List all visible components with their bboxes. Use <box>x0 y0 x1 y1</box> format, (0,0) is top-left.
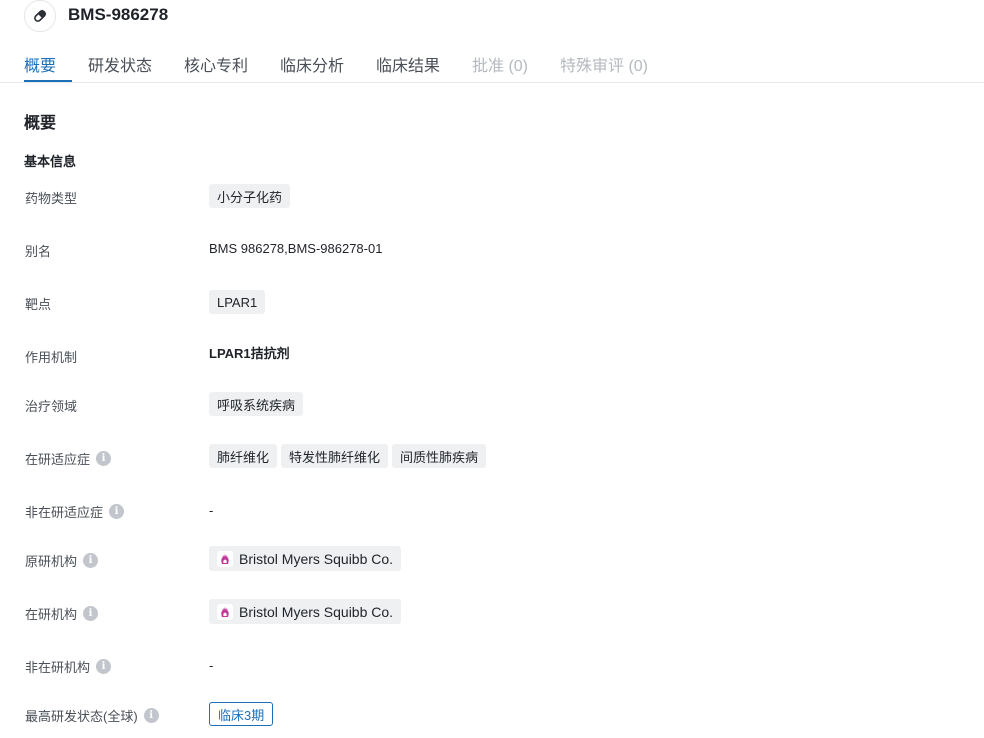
info-icon[interactable]: i <box>83 553 99 568</box>
active-org-name: Bristol Myers Squibb Co. <box>239 603 394 620</box>
tab-approvals[interactable]: 批准 (0) <box>472 52 528 76</box>
info-icon[interactable]: i <box>143 708 159 723</box>
active-indications-label-text: 在研适应症 <box>25 452 91 467</box>
therapeutic-area-value: 呼吸系统疾病 <box>209 392 304 416</box>
highest-phase-label: 最高研发状态(全球) i <box>25 706 159 725</box>
therapeutic-area-tag[interactable]: 呼吸系统疾病 <box>209 392 304 416</box>
target-label-text: 靶点 <box>25 297 52 312</box>
mechanism-value: LPAR1拮抗剂 <box>209 343 290 362</box>
tab-clinical-analysis[interactable]: 临床分析 <box>280 52 344 76</box>
bms-logo-icon <box>217 603 233 620</box>
inactive-indications-label-text: 非在研适应症 <box>25 505 104 520</box>
alias-label-text: 别名 <box>25 244 52 259</box>
originator-label-text: 原研机构 <box>25 554 78 569</box>
drug-type-tag[interactable]: 小分子化药 <box>209 184 291 208</box>
active-org-value: Bristol Myers Squibb Co. <box>209 599 402 624</box>
therapeutic-area-label: 治疗领域 <box>25 396 77 415</box>
drug-type-value: 小分子化药 <box>209 184 291 208</box>
inactive-org-label: 非在研机构 i <box>25 657 112 676</box>
info-icon[interactable]: i <box>96 659 112 674</box>
indication-tag[interactable]: 间质性肺疾病 <box>392 444 487 468</box>
page-header: BMS-986278 <box>0 0 984 32</box>
phase-status-badge[interactable]: 临床3期 <box>209 702 274 726</box>
pill-icon <box>24 0 56 32</box>
drug-type-label-text: 药物类型 <box>25 191 78 206</box>
tab-rd-status[interactable]: 研发状态 <box>88 52 152 76</box>
tab-special-review[interactable]: 特殊审评 (0) <box>560 52 648 76</box>
inactive-org-label-text: 非在研机构 <box>25 660 91 675</box>
tab-clinical-results[interactable]: 临床结果 <box>376 52 440 76</box>
tab-bar: 概要 研发状态 核心专利 临床分析 临床结果 批准 (0) 特殊审评 (0) <box>0 42 984 83</box>
bms-logo-icon <box>217 550 233 567</box>
active-org-label-text: 在研机构 <box>25 607 78 622</box>
originator-org-name: Bristol Myers Squibb Co. <box>239 550 394 567</box>
highest-phase-value: 临床3期 <box>209 702 274 726</box>
drug-title: BMS-986278 <box>68 5 169 24</box>
alias-value: BMS 986278,BMS-986278-01 <box>209 241 382 256</box>
mechanism-label: 作用机制 <box>25 347 77 366</box>
inactive-indications-label: 非在研适应症 i <box>25 502 125 521</box>
drug-type-label: 药物类型 <box>25 188 77 207</box>
originator-org-tag[interactable]: Bristol Myers Squibb Co. <box>209 546 402 571</box>
mechanism-label-text: 作用机制 <box>25 350 78 365</box>
section-title: 概要 <box>24 115 57 132</box>
target-label: 靶点 <box>25 294 51 313</box>
info-icon[interactable]: i <box>109 504 125 519</box>
inactive-indications-value: - <box>209 503 213 518</box>
highest-phase-label-text: 最高研发状态(全球) <box>25 709 138 724</box>
active-org-label: 在研机构 i <box>25 604 99 623</box>
inactive-org-text: - <box>209 658 214 673</box>
inactive-org-value: - <box>209 658 213 673</box>
mechanism-text[interactable]: LPAR1拮抗剂 <box>209 343 290 362</box>
indication-tag[interactable]: 肺纤维化 <box>209 444 278 468</box>
therapeutic-area-label-text: 治疗领域 <box>25 399 78 414</box>
indication-tag[interactable]: 特发性肺纤维化 <box>281 444 389 468</box>
tab-core-patents[interactable]: 核心专利 <box>184 52 248 76</box>
active-indications-label: 在研适应症 i <box>25 449 112 468</box>
originator-value: Bristol Myers Squibb Co. <box>209 546 402 571</box>
active-tab-indicator <box>24 80 72 82</box>
originator-label: 原研机构 i <box>25 551 99 570</box>
target-value: LPAR1 <box>209 290 266 314</box>
alias-text: BMS 986278,BMS-986278-01 <box>209 241 383 256</box>
basic-info-title: 基本信息 <box>24 154 77 169</box>
tab-overview[interactable]: 概要 <box>24 52 56 76</box>
info-icon[interactable]: i <box>96 451 112 466</box>
info-icon[interactable]: i <box>83 606 99 621</box>
inactive-indications-text: - <box>209 503 214 518</box>
alias-label: 别名 <box>25 241 51 260</box>
active-org-tag[interactable]: Bristol Myers Squibb Co. <box>209 599 402 624</box>
target-tag[interactable]: LPAR1 <box>209 290 266 314</box>
active-indications-value: 肺纤维化 特发性肺纤维化 间质性肺疾病 <box>209 444 487 468</box>
